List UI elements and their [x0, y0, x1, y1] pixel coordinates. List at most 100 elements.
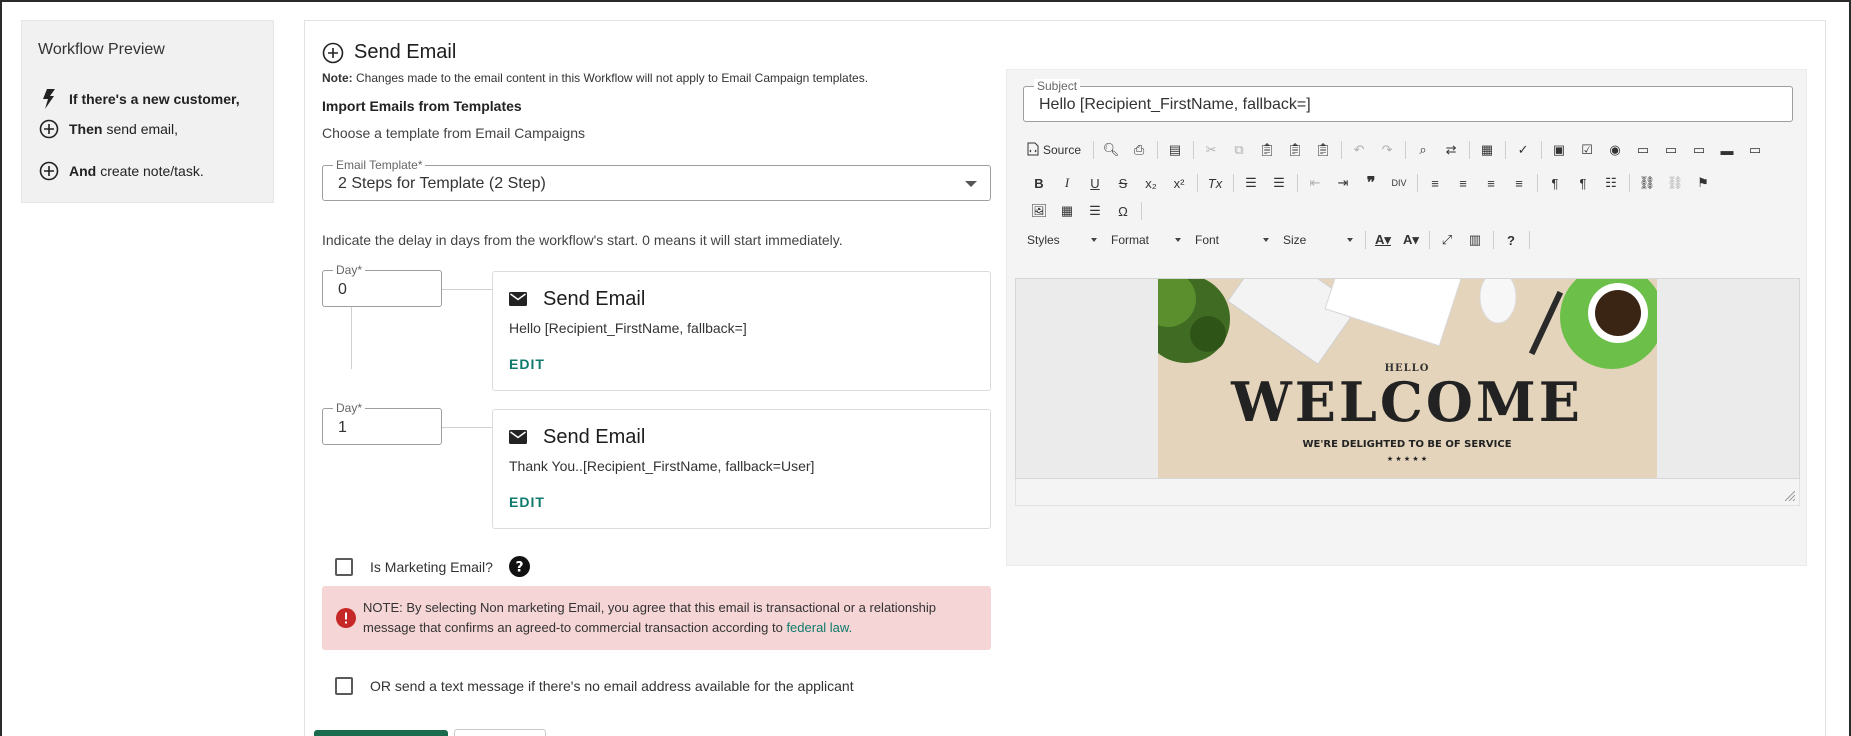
undo-icon[interactable]: ↶ — [1347, 138, 1371, 162]
copy-icon[interactable]: ⧉ — [1227, 138, 1251, 162]
text-color-icon[interactable]: A▾ — [1371, 228, 1395, 252]
help-icon[interactable]: ? — [1499, 228, 1523, 252]
superscript-icon[interactable]: x² — [1167, 171, 1191, 195]
subject-field[interactable]: Subject Hello [Recipient_FirstName, fall… — [1023, 79, 1793, 122]
paste-icon[interactable]: 📋︎ — [1255, 138, 1279, 162]
size-dropdown[interactable]: Size — [1279, 229, 1357, 251]
preview-item-bold: Then — [69, 121, 103, 137]
language-icon[interactable]: ☷ — [1599, 171, 1623, 195]
editor-content-area[interactable]: HELLO WELCOME WE'RE DELIGHTED TO BE OF S… — [1015, 278, 1800, 479]
cut-icon[interactable]: ✂ — [1199, 138, 1223, 162]
underline-icon[interactable]: U — [1083, 171, 1107, 195]
templates-icon[interactable]: ▤ — [1163, 138, 1187, 162]
link-icon[interactable]: ⛓ — [1635, 171, 1659, 195]
svg-text:?: ? — [515, 560, 523, 576]
non-marketing-alert: NOTE: By selecting Non marketing Email, … — [322, 586, 991, 650]
align-right-icon[interactable]: ≡ — [1479, 171, 1503, 195]
bold-icon[interactable]: B — [1027, 171, 1051, 195]
remove-format-icon[interactable]: Tx — [1203, 171, 1227, 195]
button-field-icon[interactable]: ▬ — [1715, 138, 1739, 162]
unlink-icon[interactable]: ⛓ — [1663, 171, 1687, 195]
div-container-icon[interactable]: DIV — [1387, 171, 1411, 195]
indent-icon[interactable]: ⇥ — [1331, 171, 1355, 195]
save-button[interactable] — [314, 730, 448, 736]
source-label: Source — [1043, 143, 1082, 157]
special-char-icon[interactable]: Ω — [1111, 199, 1135, 223]
background-color-icon[interactable]: A▾ — [1399, 228, 1423, 252]
preview-item-trigger: If there's a new customer, — [38, 88, 244, 110]
textfield-icon[interactable]: ▭ — [1631, 138, 1655, 162]
anchor-icon[interactable]: ⚑ — [1691, 171, 1715, 195]
step-title: Send Email — [543, 288, 646, 310]
day-input-step-1[interactable]: Day* 0 — [322, 263, 442, 307]
help-icon[interactable]: ? — [508, 556, 530, 577]
select-all-icon[interactable]: ▦ — [1475, 138, 1499, 162]
format-label: Format — [1111, 233, 1150, 247]
paste-word-icon[interactable]: 📋︎ — [1311, 138, 1335, 162]
strikethrough-icon[interactable]: S — [1111, 171, 1135, 195]
radio-icon[interactable]: ◉ — [1603, 138, 1627, 162]
send-email-card: Send Email Note: Changes made to the ema… — [304, 20, 1826, 736]
sms-fallback-checkbox[interactable] — [335, 677, 353, 695]
edit-step-button[interactable]: EDIT — [509, 356, 545, 372]
form-icon[interactable]: ▣ — [1547, 138, 1571, 162]
text-direction-rtl-icon[interactable]: ¶ — [1571, 171, 1595, 195]
format-dropdown[interactable]: Format — [1107, 229, 1185, 251]
font-dropdown[interactable]: Font — [1191, 229, 1273, 251]
blockquote-icon[interactable]: ❞ — [1359, 171, 1383, 195]
welcome-banner-image: HELLO WELCOME WE'RE DELIGHTED TO BE OF S… — [1158, 279, 1657, 478]
bulleted-list-icon[interactable]: ☰ — [1267, 171, 1291, 195]
step-connector — [442, 289, 492, 290]
styles-dropdown[interactable]: Styles — [1023, 229, 1101, 251]
source-button[interactable]: Source — [1027, 142, 1081, 159]
outdent-icon[interactable]: ⇤ — [1303, 171, 1327, 195]
marketing-email-checkbox[interactable] — [335, 557, 353, 576]
cancel-button[interactable] — [454, 729, 546, 736]
app-frame: Workflow Preview If there's a new custom… — [0, 0, 1851, 736]
toolbar-separator — [1417, 174, 1418, 192]
day-input-step-2[interactable]: Day* 1 — [322, 401, 442, 445]
preview-item-followup: And create note/task. — [38, 160, 204, 182]
numbered-list-icon[interactable]: ☰ — [1239, 171, 1263, 195]
plus-circle-icon — [38, 160, 60, 182]
italic-icon[interactable]: I — [1055, 171, 1079, 195]
image-icon[interactable]: 🖼︎ — [1027, 199, 1051, 223]
maximize-icon[interactable]: ⤢ — [1435, 228, 1459, 252]
edit-step-button[interactable]: EDIT — [509, 494, 545, 510]
toolbar-separator — [1429, 231, 1430, 249]
replace-icon[interactable]: ⇄ — [1439, 138, 1463, 162]
sms-fallback-label: OR send a text message if there's no ema… — [370, 678, 854, 694]
email-template-select[interactable]: Email Template* 2 Steps for Template (2 … — [322, 158, 991, 201]
checkbox-icon[interactable]: ☑ — [1575, 138, 1599, 162]
alert-text: NOTE: By selecting Non marketing Email, … — [363, 598, 973, 638]
plus-circle-icon — [38, 118, 60, 140]
banner-welcome: WELCOME — [1230, 370, 1583, 434]
textarea-icon[interactable]: ▭ — [1659, 138, 1683, 162]
step-card-1: Send Email Hello [Recipient_FirstName, f… — [492, 271, 991, 391]
horizontal-line-icon[interactable]: ☰ — [1083, 199, 1107, 223]
print-icon[interactable]: ⎙ — [1127, 138, 1151, 162]
hidden-field-icon[interactable]: ▭ — [1743, 138, 1767, 162]
federal-law-link[interactable]: federal law. — [786, 620, 852, 635]
redo-icon[interactable]: ↷ — [1375, 138, 1399, 162]
paste-text-icon[interactable]: 📋︎ — [1283, 138, 1307, 162]
align-center-icon[interactable]: ≡ — [1451, 171, 1475, 195]
select-field-icon[interactable]: ▭ — [1687, 138, 1711, 162]
step-connector — [351, 307, 352, 369]
subscript-icon[interactable]: x₂ — [1139, 171, 1163, 195]
align-left-icon[interactable]: ≡ — [1423, 171, 1447, 195]
size-label: Size — [1283, 233, 1307, 247]
table-icon[interactable]: ▦ — [1055, 199, 1079, 223]
spellcheck-icon[interactable]: ✓ — [1511, 138, 1535, 162]
justify-icon[interactable]: ≡ — [1507, 171, 1531, 195]
day-value: 0 — [338, 281, 347, 298]
toolbar-separator — [1541, 141, 1543, 159]
preview-icon[interactable]: 🔍︎ — [1099, 138, 1123, 162]
find-icon[interactable]: ⌕ — [1411, 138, 1435, 162]
marketing-email-label: Is Marketing Email? — [370, 558, 493, 575]
toolbar-row-4: Styles Format Font Size A▾ A▾ ⤢ ▥ ? — [1023, 227, 1535, 253]
resize-grip-icon[interactable] — [1785, 491, 1795, 501]
content-note: Note: Changes made to the email content … — [322, 71, 868, 85]
text-direction-ltr-icon[interactable]: ¶ — [1543, 171, 1567, 195]
show-blocks-icon[interactable]: ▥ — [1463, 228, 1487, 252]
